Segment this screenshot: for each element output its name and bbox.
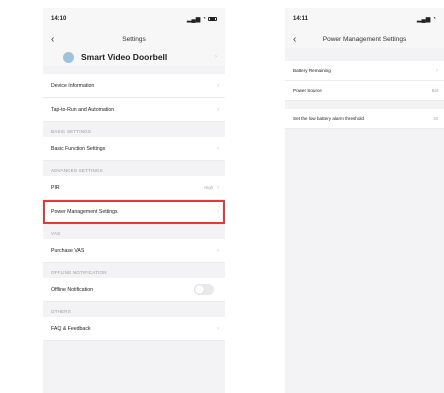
row-label: Battery Remaining — [293, 68, 331, 73]
device-header[interactable]: Smart Video Doorbell › — [43, 48, 225, 66]
status-icons: ▂▄▆ ◔ — [417, 16, 436, 23]
signal-icon: ▂▄▆ — [186, 16, 201, 23]
low-battery-threshold-row[interactable]: Set the low battery alarm threshold 20 — [285, 109, 444, 129]
battery-icon — [208, 17, 217, 21]
row-label: Tap-to-Run and Automation — [51, 106, 115, 113]
back-icon[interactable]: ‹ — [51, 34, 61, 45]
device-information-row[interactable]: Device Information › — [43, 74, 225, 98]
power-source-value: Bat — [431, 88, 438, 93]
faq-feedback-row[interactable]: FAQ & Feedback › — [43, 317, 225, 341]
status-bar: 14:10 ▂▄▆ ◔ — [43, 8, 225, 30]
wifi-icon: ◔ — [432, 16, 436, 22]
device-name: Smart Video Doorbell — [81, 52, 168, 62]
row-label: Purchase VAS — [51, 247, 85, 254]
tap-to-run-row[interactable]: Tap-to-Run and Automation › — [43, 98, 225, 122]
chevron-right-icon: › — [217, 145, 219, 152]
row-label: Power Source — [293, 88, 322, 93]
section-header-basic: BASIC SETTINGS — [51, 129, 92, 134]
nav-bar: ‹ Power Management Settings — [285, 30, 444, 48]
chevron-right-icon: › — [217, 247, 219, 254]
chevron-right-icon: › — [217, 106, 219, 113]
section-header-advanced: ADVANCED SETTINGS — [51, 168, 103, 173]
settings-screen: 14:10 ▂▄▆ ◔ ‹ Settings Smart Video Doorb… — [43, 8, 225, 393]
row-label: Set the low battery alarm threshold — [293, 116, 364, 121]
status-time: 14:11 — [293, 16, 309, 22]
doorbell-icon — [63, 51, 74, 63]
row-label: Device Information — [51, 82, 95, 89]
row-label: Power Management Settings — [51, 208, 118, 215]
nav-bar: ‹ Settings — [43, 30, 225, 48]
basic-function-settings-row[interactable]: Basic Function Settings › — [43, 137, 225, 161]
power-management-settings-row[interactable]: Power Management Settings › — [43, 200, 225, 224]
back-icon[interactable]: ‹ — [293, 34, 303, 45]
chevron-right-icon: › — [215, 54, 217, 60]
page-title: Settings — [122, 35, 146, 43]
status-icons: ▂▄▆ ◔ — [187, 16, 217, 23]
section-header-offline: OFFLINE NOTIFICATION — [51, 270, 107, 275]
power-management-screen: 14:11 ▂▄▆ ◔ ‹ Power Management Settings … — [285, 8, 444, 393]
threshold-value: 20 — [433, 116, 438, 121]
chevron-right-icon: › — [217, 325, 219, 332]
pir-row[interactable]: PIR High › — [43, 176, 225, 200]
signal-icon: ▂▄▆ — [416, 16, 431, 23]
row-label: PIR — [51, 184, 60, 191]
chevron-right-icon: › — [436, 67, 438, 74]
wifi-icon: ◔ — [202, 16, 206, 22]
purchase-vas-row[interactable]: Purchase VAS › — [43, 239, 225, 263]
battery-remaining-row[interactable]: Battery Remaining › — [285, 61, 444, 81]
pir-value: High — [204, 185, 213, 190]
page-title: Power Management Settings — [322, 35, 407, 43]
chevron-right-icon: › — [217, 184, 219, 191]
row-label: Offline Notification — [51, 286, 94, 293]
offline-notification-toggle[interactable] — [194, 284, 214, 295]
section-header-vas: VAS — [51, 231, 61, 236]
status-time: 14:10 — [51, 16, 67, 22]
chevron-right-icon: › — [217, 82, 219, 89]
status-bar: 14:11 ▂▄▆ ◔ — [285, 8, 444, 30]
chevron-right-icon: › — [217, 208, 219, 215]
offline-notification-row: Offline Notification — [43, 278, 225, 302]
section-header-others: OTHERS — [51, 309, 71, 314]
row-label: FAQ & Feedback — [51, 325, 91, 332]
power-source-row[interactable]: Power Source Bat — [285, 81, 444, 101]
row-label: Basic Function Settings — [51, 145, 106, 152]
